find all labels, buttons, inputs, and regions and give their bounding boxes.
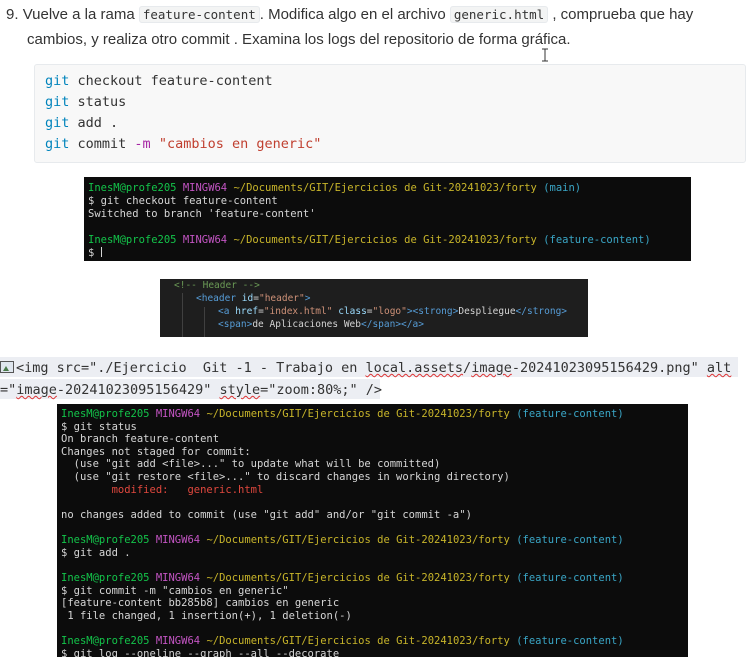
- instruction-text: , comprueba que hay: [548, 6, 694, 23]
- code-block: git checkout feature-content git status …: [34, 64, 746, 163]
- code-line: git status: [45, 94, 127, 110]
- indent-guide: [182, 293, 183, 337]
- terminal-screenshot-checkout: InesM@profe205 MINGW64 ~/Documents/GIT/E…: [84, 177, 691, 261]
- terminal-screenshot-commit: InesM@profe205 MINGW64 ~/Documents/GIT/E…: [57, 404, 688, 657]
- terminal-prompt: InesM@profe205 MINGW64 ~/Documents/GIT/E…: [88, 234, 651, 246]
- terminal-command: $ git add .: [61, 547, 131, 559]
- text-cursor-icon: [542, 48, 548, 62]
- instruction-text: Vuelve a la rama: [22, 6, 139, 23]
- instruction-paragraph: 9. Vuelve a la rama feature-content. Mod…: [6, 2, 736, 52]
- terminal-prompt: InesM@profe205 MINGW64 ~/Documents/GIT/E…: [61, 572, 624, 584]
- terminal-output: [feature-content bb285b8] cambios en gen…: [61, 597, 340, 609]
- broken-image-line: ="image-20241023095156429" style="zoom:8…: [0, 379, 382, 399]
- terminal-prompt: InesM@profe205 MINGW64 ~/Documents/GIT/E…: [88, 182, 582, 194]
- editor-line: <a href="index.html" class="logo"><stron…: [218, 306, 568, 317]
- instruction-line-2: cambios, y realiza otro commit . Examina…: [27, 31, 571, 48]
- terminal-output: (use "git add <file>..." to update what …: [61, 458, 441, 470]
- code-line: git commit -m "cambios en generic": [45, 136, 322, 152]
- terminal-prompt: InesM@profe205 MINGW64 ~/Documents/GIT/E…: [61, 534, 624, 546]
- terminal-command: $ git checkout feature-content: [88, 195, 278, 207]
- terminal-command: $ git log --oneline --graph --all --deco…: [61, 648, 340, 657]
- terminal-output: On branch feature-content: [61, 433, 220, 445]
- inline-code-file: generic.html: [449, 6, 549, 23]
- terminal-command: $: [88, 247, 102, 259]
- code-line: git checkout feature-content: [45, 73, 273, 89]
- terminal-output: Switched to branch 'feature-content': [88, 208, 316, 220]
- inline-code-branch: feature-content: [138, 6, 260, 23]
- indent-guide: [204, 307, 205, 337]
- terminal-prompt: InesM@profe205 MINGW64 ~/Documents/GIT/E…: [61, 635, 624, 647]
- code-line: git add .: [45, 115, 119, 131]
- code-editor-screenshot: <!-- Header --> <header id="header"> <a …: [160, 279, 588, 337]
- broken-image-line: <img src="./Ejercicio Git -1 - Trabajo e…: [0, 357, 738, 377]
- editor-line: <!-- Header -->: [174, 280, 260, 291]
- instruction-line-1: 9. Vuelve a la rama feature-content. Mod…: [6, 2, 736, 27]
- terminal-output: no changes added to commit (use "git add…: [61, 509, 472, 521]
- terminal-output: (use "git restore <file>..." to discard …: [61, 471, 510, 483]
- terminal-prompt: InesM@profe205 MINGW64 ~/Documents/GIT/E…: [61, 408, 624, 420]
- terminal-output: Changes not staged for commit:: [61, 446, 251, 458]
- terminal-command: $ git status: [61, 421, 137, 433]
- terminal-modified-line: modified: generic.html: [61, 484, 264, 496]
- terminal-caret: [100, 247, 102, 257]
- instruction-text: . Modifica algo en el archivo: [259, 6, 450, 23]
- list-number: 9.: [6, 6, 19, 23]
- editor-line: <span>de Aplicaciones Web</span></a>: [218, 319, 424, 330]
- broken-image-icon: [0, 361, 14, 373]
- terminal-command: $ git commit -m "cambios en generic": [61, 585, 289, 597]
- editor-line: <header id="header">: [196, 293, 311, 304]
- terminal-output: 1 file changed, 1 insertion(+), 1 deleti…: [61, 610, 352, 622]
